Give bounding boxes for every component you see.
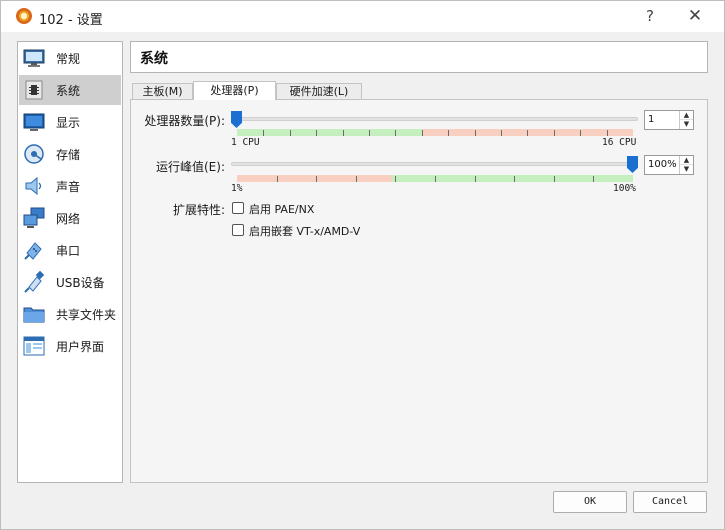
sidebar-item-label: USB设备 [56,276,105,290]
settings-sidebar: 常规 系统 显示 存储 声音 网络 串口 USB设备 共享文件夹 用户界面 [17,41,123,483]
sidebar-item-label: 存储 [56,148,81,162]
cpu-max-label: 16 CPU [602,137,637,148]
tab-acceleration[interactable]: 硬件加速(L) [276,83,362,100]
chip-system-icon [25,80,43,100]
settings-window: 102 - 设置 ? ✕ 常规 系统 显示 存储 声音 网络 串口 USB设备 … [0,0,725,530]
virtualbox-app-icon [16,8,32,24]
scale-tick [475,176,476,182]
sidebar-item-label: 显示 [56,116,81,130]
sidebar-item-label: 系统 [56,84,81,98]
cpu-count-spin-arrows: ▲ ▼ [679,111,693,129]
spin-down-icon[interactable]: ▼ [680,165,693,174]
exec-cap-value: 100% [648,159,677,170]
tab-processor[interactable]: 处理器(P) [193,81,276,100]
help-button[interactable]: ? [635,5,665,27]
cpu-count-slider-track[interactable] [231,117,638,121]
sidebar-item-user-interface[interactable]: 用户界面 [19,331,121,361]
sidebar-item-general[interactable]: 常规 [19,43,121,73]
scale-tick [514,176,515,182]
shared-folder-icon [23,307,45,323]
spin-down-icon[interactable]: ▼ [680,120,693,129]
sidebar-item-label: 串口 [56,244,81,258]
usb-icon [24,271,45,293]
exec-cap-spin-arrows: ▲ ▼ [679,156,693,174]
window-title: 102 - 设置 [39,13,103,28]
scale-tick [422,130,423,136]
scale-tick [316,130,317,136]
scale-tick [448,130,449,136]
scale-tick [263,130,264,136]
cpu-count-value: 1 [648,114,655,125]
scale-tick [395,176,396,182]
exec-cap-scale [237,175,633,182]
spin-up-icon[interactable]: ▲ [680,156,693,165]
scale-tick [554,176,555,182]
tab-motherboard[interactable]: 主板(M) [132,83,193,100]
extended-features-label: 扩展特性: [172,203,225,217]
processor-tab-panel [130,99,708,483]
cap-scale-green-zone [392,175,633,182]
exec-cap-spinbox[interactable]: 100% ▲ ▼ [644,155,694,175]
scale-tick [369,130,370,136]
sidebar-item-label: 常规 [56,52,81,66]
spin-up-icon[interactable]: ▲ [680,111,693,120]
scale-tick [527,130,528,136]
scale-tick [277,176,278,182]
speaker-icon [25,176,42,196]
sidebar-item-label: 声音 [56,180,81,194]
cap-scale-red-zone [237,175,392,182]
display-icon [23,113,45,131]
sidebar-item-network[interactable]: 网络 [19,203,121,233]
sidebar-item-label: 网络 [56,212,81,226]
cancel-button[interactable]: Cancel [633,491,707,513]
page-title: 系统 [140,51,168,67]
scale-tick [554,130,555,136]
cpu-count-spinbox[interactable]: 1 ▲ ▼ [644,110,694,130]
scale-tick [356,176,357,182]
close-button[interactable]: ✕ [680,5,710,27]
cpu-count-label: 处理器数量(P): [144,114,225,128]
exec-cap-max-label: 100% [613,183,636,194]
exec-cap-slider-track[interactable] [231,162,638,166]
sidebar-item-label: 用户界面 [56,340,105,354]
sidebar-item-shared-folders[interactable]: 共享文件夹 [19,299,121,329]
scale-tick [501,130,502,136]
storage-disk-icon [24,144,44,164]
scale-tick [475,130,476,136]
scale-tick [435,176,436,182]
title-bar: 102 - 设置 ? ✕ [1,1,724,32]
pae-nx-label[interactable]: 启用 PAE/NX [249,201,314,217]
monitor-general-icon [23,49,45,67]
exec-cap-label: 运行峰值(E): [156,160,225,174]
sidebar-item-storage[interactable]: 存储 [19,139,121,169]
pae-nx-checkbox[interactable] [232,202,244,214]
ok-button[interactable]: OK [553,491,627,513]
nested-vtx-checkbox[interactable] [232,224,244,236]
scale-tick [607,130,608,136]
sidebar-item-serial-port[interactable]: 串口 [19,235,121,265]
sidebar-item-label: 共享文件夹 [56,308,117,322]
exec-cap-min-label: 1% [231,183,243,194]
scale-tick [580,130,581,136]
sidebar-item-audio[interactable]: 声音 [19,171,121,201]
tab-bar: 主板(M) 处理器(P) 硬件加速(L) [130,81,708,100]
scale-tick [290,130,291,136]
page-header: 系统 [130,41,708,73]
scale-tick [395,130,396,136]
cpu-count-scale [237,129,633,136]
serial-port-icon [24,242,42,260]
network-icon [23,207,45,228]
cpu-min-label: 1 CPU [231,137,260,148]
sidebar-item-system[interactable]: 系统 [19,75,121,105]
scale-tick [316,176,317,182]
sidebar-item-usb[interactable]: USB设备 [19,267,121,297]
user-interface-icon [23,336,45,356]
nested-vtx-label[interactable]: 启用嵌套 VT-x/AMD-V [249,223,360,239]
scale-tick [343,130,344,136]
scale-tick [593,176,594,182]
sidebar-item-display[interactable]: 显示 [19,107,121,137]
